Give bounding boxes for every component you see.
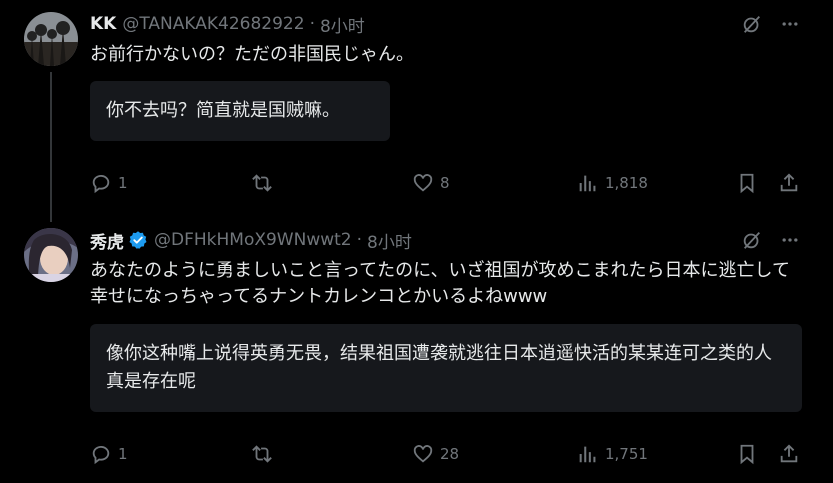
reply-icon	[92, 445, 110, 465]
translation-box: 你不去吗？简直就是国贼嘛。	[90, 81, 390, 141]
like-button[interactable]: 8	[412, 168, 450, 198]
user-handle[interactable]: @TANAKAK42682922	[122, 14, 304, 34]
more-button[interactable]	[776, 226, 804, 254]
separator: ·	[356, 230, 363, 250]
like-count: 28	[440, 445, 460, 463]
grok-button[interactable]	[738, 226, 766, 254]
views-button[interactable]: 1,818	[577, 168, 648, 198]
tweet-actions: 1 28 1,751	[0, 439, 833, 469]
tweet-text: あなたのように勇ましいこと言ってたのに、いざ祖国が攻めこまれたら日本に逃亡して幸…	[90, 260, 791, 307]
grok-button[interactable]	[738, 10, 766, 38]
share-icon	[780, 173, 798, 192]
views-button[interactable]: 1,751	[577, 439, 648, 469]
grok-icon	[743, 232, 761, 249]
views-icon	[579, 175, 596, 192]
like-button[interactable]: 28	[412, 439, 459, 469]
reply-count: 1	[118, 445, 128, 463]
bookmark-icon	[740, 173, 754, 194]
display-name[interactable]: 秀虎	[90, 228, 124, 253]
grok-icon	[743, 16, 761, 33]
reply-button[interactable]: 1	[90, 168, 128, 198]
retweet-button[interactable]	[250, 168, 280, 198]
retweet-icon	[252, 445, 272, 463]
timestamp[interactable]: 8小时	[367, 228, 412, 253]
tweet[interactable]: 秀虎 @DFHkHMoX9WNwwt2 · 8小时 あなたのように勇ましいこと言…	[0, 214, 833, 483]
bookmark-button[interactable]	[736, 439, 758, 469]
display-name[interactable]: KK	[90, 14, 116, 34]
user-handle[interactable]: @DFHkHMoX9WNwwt2	[154, 230, 352, 250]
more-icon	[782, 22, 798, 26]
more-button[interactable]	[776, 10, 804, 38]
avatar[interactable]	[24, 12, 78, 66]
like-icon	[413, 174, 433, 192]
reply-count: 1	[118, 174, 128, 192]
share-icon	[780, 444, 798, 463]
share-button[interactable]	[778, 168, 800, 198]
tweet-header: KK @TANAKAK42682922 · 8小时	[90, 12, 365, 37]
bookmark-icon	[740, 444, 754, 465]
like-count: 8	[440, 174, 450, 192]
view-count: 1,751	[605, 445, 648, 463]
more-icon	[782, 238, 798, 242]
reply-button[interactable]: 1	[90, 439, 128, 469]
verified-badge-icon[interactable]	[128, 230, 148, 250]
avatar[interactable]	[24, 228, 78, 282]
tweet[interactable]: KK @TANAKAK42682922 · 8小时 お前行かないの？ただの非国民…	[0, 0, 833, 214]
like-icon	[413, 445, 433, 463]
views-icon	[579, 446, 596, 463]
share-button[interactable]	[778, 439, 800, 469]
separator: ·	[309, 14, 315, 34]
view-count: 1,818	[605, 174, 648, 192]
retweet-icon	[252, 174, 272, 192]
tweet-header: 秀虎 @DFHkHMoX9WNwwt2 · 8小时	[90, 228, 412, 253]
tweet-text: お前行かないの？ただの非国民じゃん。	[90, 44, 414, 65]
timestamp[interactable]: 8小时	[320, 12, 365, 37]
retweet-button[interactable]	[250, 439, 280, 469]
bookmark-button[interactable]	[736, 168, 758, 198]
reply-icon	[92, 174, 110, 194]
translation-box: 像你这种嘴上说得英勇无畏，结果祖国遭袭就逃往日本逍遥快活的某某连可之类的人真是存…	[90, 324, 802, 412]
tweet-actions: 1 8 1,818	[0, 168, 833, 198]
